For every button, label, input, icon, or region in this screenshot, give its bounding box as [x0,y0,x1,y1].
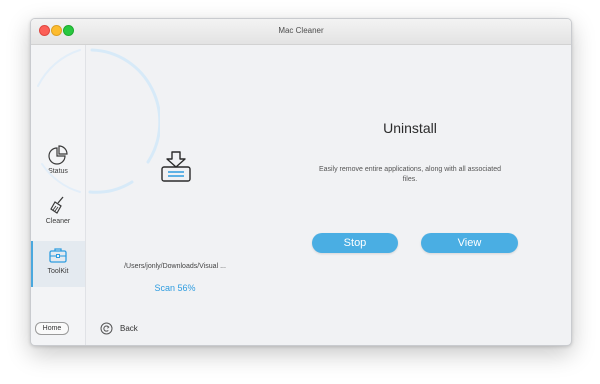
uninstall-icon [160,150,192,189]
tool-title: Uninstall [383,120,437,136]
sidebar-item-label: ToolKit [47,268,69,275]
stop-button[interactable]: Stop [312,233,398,253]
sidebar-item-toolkit[interactable]: ToolKit [31,241,85,287]
progress-ring [37,48,160,194]
back-label: Back [120,324,138,333]
title-bar: Mac Cleaner [31,19,571,45]
view-button[interactable]: View [421,233,518,253]
home-button[interactable]: Home [35,322,69,335]
tool-description: Easily remove entire applications, along… [318,166,502,183]
scan-progress-text: Scan 56% [154,283,196,293]
scan-path: /Users/jonly/Downloads/Visual ... [124,263,226,270]
window-title: Mac Cleaner [278,26,324,35]
sidebar-item-label: Cleaner [45,218,71,225]
toolbox-icon [31,245,85,265]
